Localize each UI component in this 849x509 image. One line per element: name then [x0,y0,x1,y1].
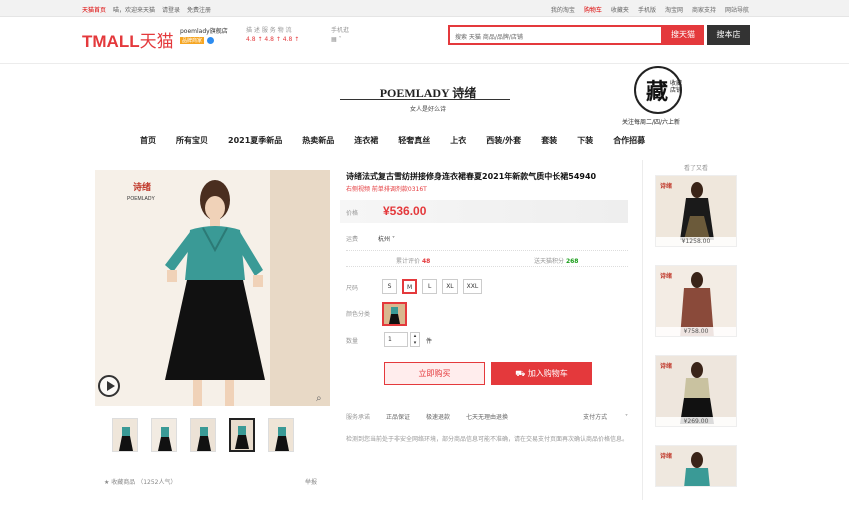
product-subtitle[interactable]: 右侧视频 前单排调剂款0316T [346,184,427,193]
search-shop-button[interactable]: 搜本店 [707,25,750,45]
tmall-home-link[interactable]: 天猫首页 [82,5,106,14]
svg-text:诗绪: 诗绪 [660,362,672,370]
shop-nav: 首页 所有宝贝 2021夏季新品 热卖新品 连衣裙 轻奢真丝 上衣 西装/外套 … [140,135,665,146]
thumbnail-strip [112,418,294,452]
thumbnail[interactable] [151,418,177,452]
stats-row: 累计评价 48 送天猫积分 268 [346,250,628,267]
nav-sets[interactable]: 套装 [541,135,557,146]
search-tmall-button[interactable]: 搜天猫 [662,25,704,45]
shop-name[interactable]: poemlady旗舰店 [180,26,228,35]
thumbnail-selected[interactable] [229,418,255,452]
product-title: 诗绪法式复古雪纺拼接修身连衣裙春夏2021年新款气质中长裙54940 [346,172,597,181]
report-link[interactable]: 举报 [305,477,317,486]
recommend-item[interactable]: 诗绪 [655,445,737,487]
points-count: 送天猫积分 268 [534,258,579,265]
size-xxl[interactable]: XXL [462,279,483,294]
price-box: 价格 ¥536.00 [340,200,628,223]
shipping-row: 运费 杭州 ˅ [346,236,395,243]
cart-link[interactable]: 购物车 [584,5,602,14]
security-note: 检测到您当前处于非安全网络环境，部分商品信息可能不准确，请在交易支付页面再次确认… [346,436,629,443]
nav-cooperation[interactable]: 合作招募 [613,135,645,146]
product-main-image[interactable]: 诗绪 POEMLADY [95,170,330,406]
buy-now-button[interactable]: 立即购买 [384,362,485,385]
top-bar: 天猫首页 喵，欢迎来天猫 请登录 免费注册 我的淘宝 购物车 收藏夹 手机版 淘… [0,0,849,17]
svg-text:诗绪: 诗绪 [660,272,672,280]
color-swatch[interactable] [382,302,407,326]
login-link[interactable]: 请登录 [162,5,180,14]
mobile-qr[interactable]: 手机逛 ▦ ˅ [331,26,349,44]
collect-item-link[interactable]: ★ 收藏商品 （1252人气） [104,477,176,486]
shop-rating: 描 述 服 务 物 流 4.8 ↑ 4.8 ↑ 4.8 ↑ [246,27,300,43]
svg-text:POEMLADY: POEMLADY [127,196,155,202]
service-row: 服务承诺 正品保证 极速退款 七天无理由退换 支付方式 ˅ [346,412,628,421]
mobile-link[interactable]: 手机版 [638,5,656,14]
verified-icon [207,37,215,44]
favorites-link[interactable]: 收藏夹 [611,5,629,14]
payment-dropdown[interactable]: 支付方式 ˅ [583,412,628,421]
taobao-link[interactable]: 淘宝网 [665,5,683,14]
shop-info[interactable]: poemlady旗舰店 品牌商家 [180,26,228,44]
size-label: 尺码 [346,285,359,292]
nav-home[interactable]: 首页 [140,135,156,146]
zoom-icon[interactable]: ⌕ [316,393,322,404]
favorite-shop-button[interactable]: 藏 收藏 店铺 [634,66,682,114]
welcome-text: 喵，欢迎来天猫 [113,7,156,14]
recommend-item[interactable]: 诗绪 ¥758.00 [655,265,737,337]
service-item: 正品保证 [386,414,411,421]
review-count[interactable]: 累计评价 48 [396,256,430,265]
size-options: S M L XL XXL [382,279,483,294]
qr-icon: ▦ ˅ [331,36,342,43]
search-input[interactable]: 搜索 天猫 商品/品牌/店铺 [448,25,663,45]
svg-text:诗绪: 诗绪 [660,452,672,460]
header: TMALL天猫 poemlady旗舰店 品牌商家 描 述 服 务 物 流 4.8… [0,17,849,64]
thumbnail[interactable] [268,418,294,452]
my-taobao-link[interactable]: 我的淘宝 [551,5,575,14]
nav-bottoms[interactable]: 下装 [577,135,593,146]
thumbnail[interactable] [112,418,138,452]
svg-text:诗绪: 诗绪 [133,181,151,193]
thumbnail[interactable] [190,418,216,452]
register-link[interactable]: 免费注册 [187,5,211,14]
price-label: 价格 [346,210,359,217]
brand-divider [340,99,510,100]
sidebar-divider [642,160,643,500]
service-label: 服务承诺 [346,414,371,421]
nav-hot[interactable]: 热卖新品 [302,135,334,146]
size-s[interactable]: S [382,279,397,294]
shop-tag: 品牌商家 [180,37,205,44]
sidebar-title: 看了又看 [683,165,708,172]
size-l[interactable]: L [422,279,438,294]
nav-all-items[interactable]: 所有宝贝 [176,135,208,146]
qty-unit: 件 [426,338,433,345]
new-arrival-note: 关注每周二/四/六上新 [622,119,681,126]
add-to-cart-button[interactable]: ⛟ 加入购物车 [491,362,592,385]
nav-suits[interactable]: 西装/外套 [486,135,521,146]
tmall-logo[interactable]: TMALL天猫 [82,27,174,52]
svg-text:诗绪: 诗绪 [660,182,672,190]
qty-label: 数量 [346,338,359,345]
quantity-stepper[interactable]: ▴ ▾ [410,332,420,347]
service-item: 极速退款 [426,414,451,421]
sitemap-link[interactable]: 网站导航 [725,5,749,14]
cart-icon: ⛟ [515,369,526,378]
size-m[interactable]: M [402,279,418,294]
size-xl[interactable]: XL [442,279,458,294]
play-video-icon[interactable] [98,375,120,397]
nav-silk[interactable]: 轻奢真丝 [398,135,430,146]
recommend-item[interactable]: 诗绪 ¥1258.00 [655,175,737,247]
merchant-link[interactable]: 商家支持 [692,5,716,14]
nav-tops[interactable]: 上衣 [450,135,466,146]
service-item: 七天无理由退换 [466,414,509,421]
nav-dresses[interactable]: 连衣裙 [354,135,378,146]
price-value: ¥536.00 [383,204,427,218]
brand-slogan: 女人是好么诗 [409,106,446,113]
nav-summer-new[interactable]: 2021夏季新品 [228,135,282,146]
ship-origin-select[interactable]: 杭州 ˅ [378,236,395,243]
recommend-item[interactable]: 诗绪 ¥269.00 [655,355,737,427]
quantity-input[interactable]: 1 [384,332,408,347]
color-label: 颜色分类 [346,311,371,318]
